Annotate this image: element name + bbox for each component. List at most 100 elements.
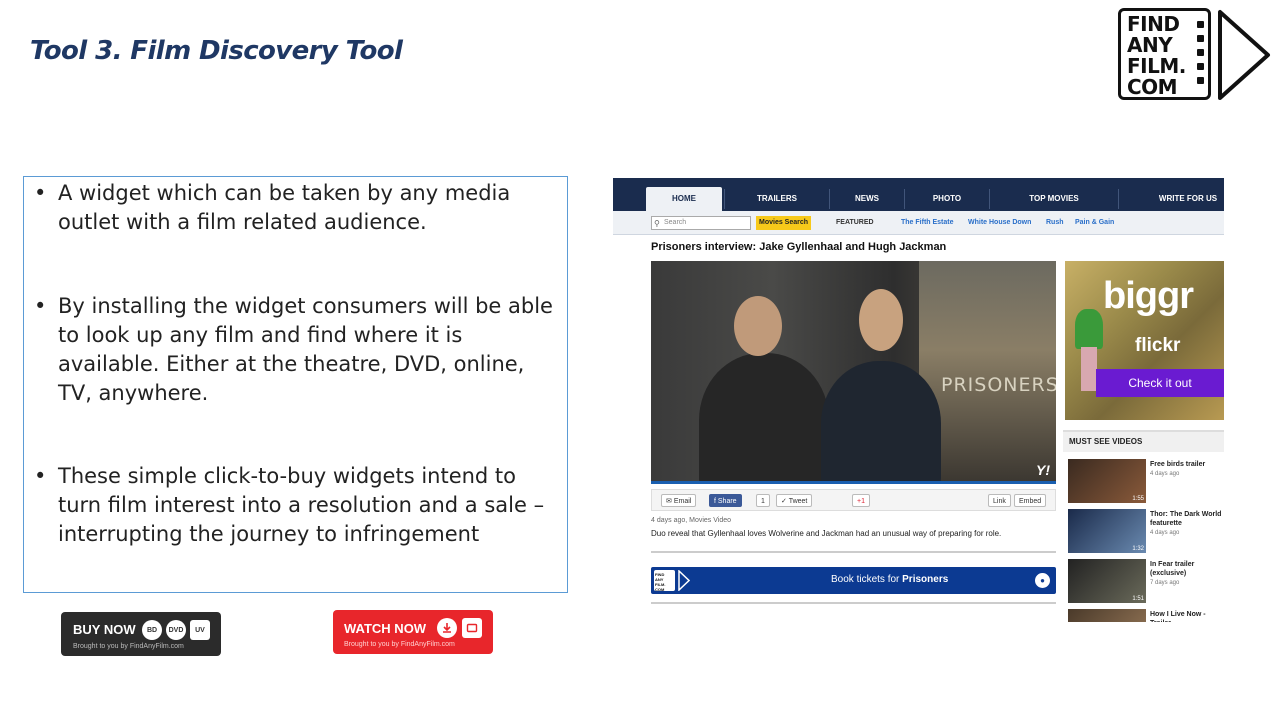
divider	[651, 602, 1056, 604]
tweet-button[interactable]: ✓ Tweet	[776, 494, 813, 507]
search-icon: ⚲	[654, 219, 660, 228]
watch-now-credit: Brought to you by FindAnyFilm.com	[344, 641, 455, 648]
video-thumbnail	[1068, 609, 1146, 622]
google-plus-label: +1	[857, 498, 865, 505]
site-search-input[interactable]: ⚲ Search	[651, 216, 751, 230]
video-duration: 1:51	[1132, 596, 1144, 602]
logo-box: FIND ANY FILM. COM	[1118, 8, 1211, 100]
video-progress-bar[interactable]	[651, 481, 1056, 484]
bullet-dot-icon: •	[34, 294, 47, 318]
findanyfilm-mini-logo: FIND ANY FILM. COM	[654, 570, 675, 592]
child-legs	[1081, 347, 1097, 391]
embed-button[interactable]: Embed	[1014, 494, 1047, 507]
share-count: 1	[756, 494, 770, 507]
nav-home[interactable]: HOME	[646, 187, 722, 211]
nav-divider	[1118, 189, 1119, 209]
video-date: 7 days ago	[1150, 580, 1180, 586]
video-title-text: Thor: The Dark World featurette	[1150, 511, 1222, 527]
bullet-text: These simple click-to-buy widgets intend…	[58, 464, 545, 546]
video-title: In Fear trailer (exclusive) 7 days ago	[1150, 560, 1224, 588]
video-title: Free birds trailer 4 days ago	[1150, 460, 1224, 479]
nav-news[interactable]: NEWS	[830, 187, 904, 211]
site-nav: HOME TRAILERS NEWS PHOTO TOP MOVIES WRIT…	[613, 178, 1224, 211]
watch-now-widget[interactable]: WATCH NOW Brought to you by FindAnyFilm.…	[333, 610, 493, 654]
person-figure	[699, 353, 829, 484]
video-thumbnail: 1:32	[1068, 509, 1146, 553]
film-strip-icon	[1197, 21, 1205, 91]
must-see-video-item[interactable]: 1:32 Thor: The Dark World featurette 4 da…	[1068, 509, 1224, 553]
ad-headline: biggr	[1103, 275, 1194, 317]
nav-write-for-us[interactable]: WRITE FOR US	[1143, 187, 1224, 211]
logo-line: COM	[1127, 75, 1178, 99]
featured-link[interactable]: Rush	[1046, 216, 1064, 230]
article-meta: 4 days ago, Movies Video	[651, 517, 732, 524]
dvd-icon[interactable]: DVD	[166, 620, 186, 640]
ad-brand: flickr	[1135, 335, 1181, 356]
bluray-icon[interactable]: BD	[142, 620, 162, 640]
website-screenshot: HOME TRAILERS NEWS PHOTO TOP MOVIES WRIT…	[613, 178, 1224, 622]
child-figure	[1075, 309, 1103, 349]
download-icon[interactable]	[437, 618, 457, 638]
must-see-videos-header: MUST SEE VIDEOS	[1063, 430, 1224, 452]
site-subbar: ⚲ Search Movies Search FEATURED The Fift…	[613, 211, 1224, 235]
featured-label: FEATURED	[836, 219, 874, 226]
featured-link[interactable]: White House Down	[968, 216, 1031, 230]
google-plus-button[interactable]: +1	[852, 494, 870, 507]
video-title-text: In Fear trailer (exclusive)	[1150, 561, 1195, 577]
flickr-ad[interactable]: biggr flickr Check it out	[1065, 261, 1224, 420]
nav-trailers[interactable]: TRAILERS	[725, 187, 829, 211]
book-tickets-widget[interactable]: FIND ANY FILM. COM Book tickets for Prisone…	[651, 567, 1056, 594]
yahoo-badge-icon: Y!	[1036, 462, 1050, 478]
tweet-label: Tweet	[788, 498, 808, 505]
ticket-icon[interactable]: ●	[1035, 573, 1050, 588]
featured-link[interactable]: Pain & Gain	[1075, 216, 1114, 230]
buy-now-widget[interactable]: BUY NOW BD DVD UV Brought to you by Find…	[61, 612, 221, 656]
movies-search-button[interactable]: Movies Search	[756, 216, 812, 230]
findanyfilm-logo: FIND ANY FILM. COM	[1118, 8, 1272, 112]
divider	[651, 551, 1056, 553]
share-label: Share	[717, 498, 737, 505]
email-button[interactable]: ✉ Email	[661, 494, 697, 507]
video-title-text: How I Live Now - Trailer	[1150, 611, 1206, 622]
nav-top-movies[interactable]: TOP MOVIES	[990, 187, 1118, 211]
ad-cta-button[interactable]: Check it out	[1096, 369, 1224, 397]
article-title: Prisoners interview: Jake Gyllenhaal and…	[651, 241, 947, 253]
must-see-video-item[interactable]: How I Live Now - Trailer	[1068, 609, 1224, 622]
slide: Tool 3. Film Discovery Tool FIND ANY FIL…	[0, 0, 1280, 720]
watch-now-label: WATCH NOW	[344, 621, 427, 636]
book-tickets-film: Prisoners	[902, 574, 949, 585]
bullet-dot-icon: •	[34, 181, 47, 205]
article-description: Duo reveal that Gyllenhaal loves Wolveri…	[651, 529, 1002, 538]
must-see-video-item[interactable]: 1:55 Free birds trailer 4 days ago	[1068, 459, 1224, 503]
video-title-text: Free birds trailer	[1150, 461, 1206, 468]
bullet-list: • A widget which can be taken by any med…	[23, 176, 568, 593]
lovefilm-icon[interactable]: UV	[190, 620, 210, 640]
logo-line: FIND	[1127, 12, 1180, 36]
logo-line: FILM.	[1127, 54, 1186, 78]
video-title: How I Live Now - Trailer	[1150, 610, 1224, 622]
bullet-text: By installing the widget consumers will …	[58, 294, 553, 405]
nav-photo[interactable]: PHOTO	[905, 187, 989, 211]
person-figure	[821, 361, 941, 484]
buy-now-credit: Brought to you by FindAnyFilm.com	[73, 643, 184, 650]
video-player[interactable]: PRISONERS Y!	[651, 261, 1056, 484]
person-head	[859, 289, 903, 351]
share-bar: ✉ Email f Share 1 ✓ Tweet +1 Link Embed	[651, 489, 1056, 511]
video-title: Thor: The Dark World featurette 4 days ag…	[1150, 510, 1224, 538]
logo-line: ANY	[1127, 33, 1173, 57]
email-label: Email	[673, 498, 692, 505]
play-arrow-icon	[678, 570, 690, 591]
search-placeholder: Search	[664, 219, 687, 226]
featured-link[interactable]: The Fifth Estate	[901, 216, 954, 230]
video-duration: 1:32	[1132, 546, 1144, 552]
tv-icon[interactable]	[462, 618, 482, 638]
bullet-dot-icon: •	[34, 464, 47, 488]
twitter-icon: ✓	[781, 498, 789, 505]
link-button[interactable]: Link	[988, 494, 1011, 507]
must-see-video-item[interactable]: 1:51 In Fear trailer (exclusive) 7 days a…	[1068, 559, 1224, 603]
facebook-share-button[interactable]: f Share	[709, 494, 742, 507]
slide-title: Tool 3. Film Discovery Tool	[30, 36, 403, 66]
buy-now-label: BUY NOW	[73, 622, 136, 637]
book-tickets-label: Book tickets for Prisoners	[831, 574, 948, 585]
bullet-text: A widget which can be taken by any media…	[58, 181, 511, 234]
